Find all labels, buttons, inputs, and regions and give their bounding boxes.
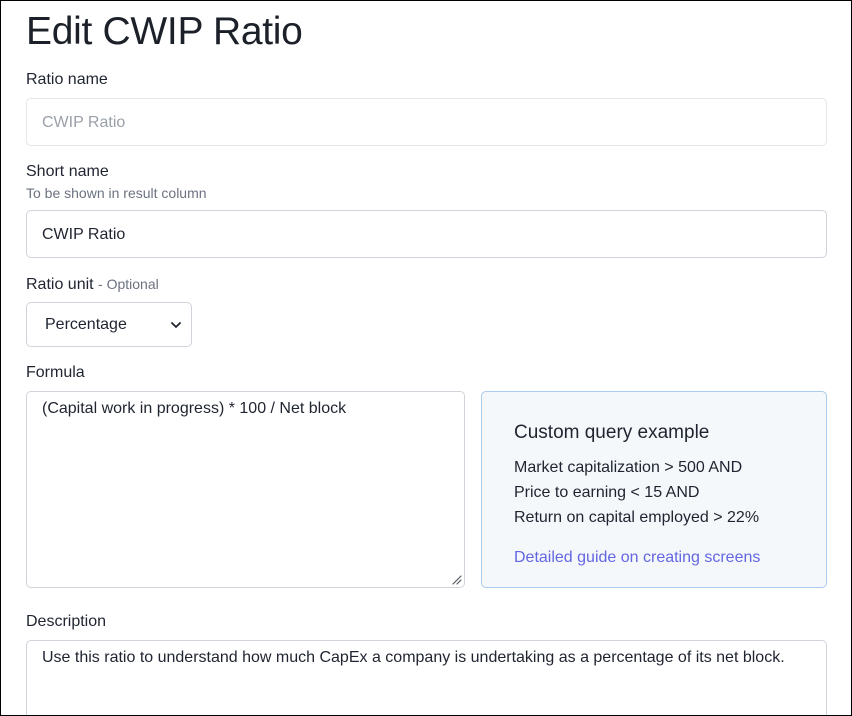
ratio-name-input: CWIP Ratio [26,98,827,146]
formula-label: Formula [26,364,85,381]
short-name-value: CWIP Ratio [42,226,126,243]
formula-value: (Capital work in progress) * 100 / Net b… [42,400,347,417]
optional-tag: - Optional [98,276,159,292]
short-name-input[interactable]: CWIP Ratio [26,210,827,258]
short-name-label: Short name [26,163,109,180]
page-title: Edit CWIP Ratio [26,10,303,53]
short-name-hint: To be shown in result column [26,185,207,201]
ratio-unit-label: Ratio unit - Optional [26,274,159,295]
ratio-name-label: Ratio name [26,71,108,88]
description-value: Use this ratio to understand how much Ca… [42,649,785,666]
example-line: Price to earning < 15 AND [514,484,700,501]
edit-ratio-window: Edit CWIP Ratio Ratio name CWIP Ratio Sh… [0,0,852,716]
screens-guide-link[interactable]: Detailed guide on creating screens [514,548,760,568]
description-textarea[interactable]: Use this ratio to understand how much Ca… [26,640,827,715]
custom-query-example-panel: Custom query example Market capitalizati… [481,391,827,588]
ratio-name-value: CWIP Ratio [42,114,126,131]
example-line: Return on capital employed > 22% [514,509,760,526]
example-line: Market capitalization > 500 AND [514,459,743,476]
example-title: Custom query example [514,422,710,443]
description-label: Description [26,613,107,630]
resize-grip-icon[interactable] [450,573,462,585]
ratio-unit-selected: Percentage [45,316,127,333]
ratio-unit-label-text: Ratio unit [26,276,94,293]
formula-textarea[interactable]: (Capital work in progress) * 100 / Net b… [26,391,465,588]
chevron-down-icon [171,322,181,328]
ratio-unit-select[interactable]: Percentage [26,302,192,347]
